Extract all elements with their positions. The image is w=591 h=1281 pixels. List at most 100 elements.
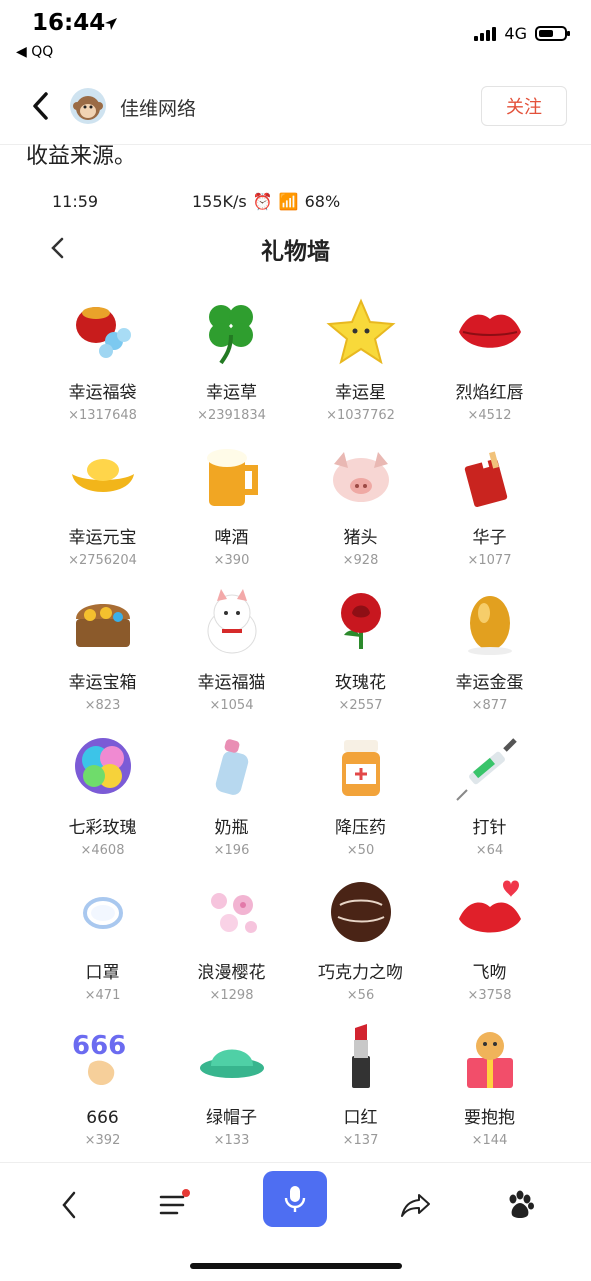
- gift-count: ×137: [342, 1133, 379, 1148]
- gift-count: ×392: [84, 1133, 121, 1148]
- gift-name: 华子: [472, 528, 507, 548]
- gift-item[interactable]: 幸运元宝 ×2756204: [38, 433, 167, 578]
- location-arrow-icon: [104, 16, 118, 35]
- gift-count: ×4512: [467, 408, 512, 423]
- lucky-cat-icon: [192, 582, 272, 662]
- gift-count: ×877: [471, 698, 508, 713]
- chocolate-icon: [321, 872, 401, 952]
- golden-egg-icon: [450, 582, 530, 662]
- notification-dot: [182, 1189, 190, 1197]
- green-hat-icon: [192, 1017, 272, 1097]
- gift-name: 啤酒: [214, 528, 249, 548]
- gift-name: 幸运宝箱: [68, 673, 137, 693]
- gift-count: ×133: [213, 1133, 250, 1148]
- gift-item[interactable]: 降压药 ×50: [296, 723, 425, 868]
- gift-count: ×56: [346, 988, 375, 1003]
- inner-alarm-icon: ⏰: [252, 192, 273, 211]
- gift-item[interactable]: 666 666 ×392: [38, 1013, 167, 1158]
- treasure-chest-icon: [63, 582, 143, 662]
- cigarette-pack-icon: [450, 437, 530, 517]
- network-type: 4G: [504, 24, 527, 43]
- share-toolbar-button[interactable]: [392, 1181, 440, 1229]
- status-time: 16:44: [32, 10, 106, 36]
- rose-icon: [321, 582, 401, 662]
- gift-name: 猪头: [343, 528, 378, 548]
- svg-text:666: 666: [72, 1031, 126, 1061]
- gift-item[interactable]: 飞吻 ×3758: [425, 868, 554, 1013]
- baby-bottle-icon: [192, 727, 272, 807]
- gift-item[interactable]: 巧克力之吻 ×56: [296, 868, 425, 1013]
- gift-item[interactable]: 打针 ×64: [425, 723, 554, 868]
- star-icon: [321, 292, 401, 372]
- clover-icon: [192, 292, 272, 372]
- gift-item[interactable]: 华子 ×1077: [425, 433, 554, 578]
- share-icon: [401, 1194, 430, 1217]
- mask-icon: [63, 872, 143, 952]
- gift-name: 幸运星: [335, 383, 386, 403]
- chevron-left-icon: [33, 92, 48, 120]
- gift-count: ×390: [213, 553, 250, 568]
- pig-head-icon: [321, 437, 401, 517]
- gift-item[interactable]: 口红 ×137: [296, 1013, 425, 1158]
- gift-name: 要抱抱: [464, 1108, 515, 1128]
- gift-item[interactable]: 奶瓶 ×196: [167, 723, 296, 868]
- gift-item[interactable]: 七彩玫瑰 ×4608: [38, 723, 167, 868]
- status-indicators: 4G: [474, 24, 570, 43]
- beer-icon: [192, 437, 272, 517]
- menu-toolbar-button[interactable]: [150, 1181, 198, 1229]
- back-to-app-link[interactable]: ◀ QQ: [16, 44, 53, 60]
- gift-item[interactable]: 啤酒 ×390: [167, 433, 296, 578]
- gift-count: ×50: [346, 843, 375, 858]
- signal-icon: [474, 26, 497, 41]
- gift-count: ×823: [84, 698, 121, 713]
- article-header: 佳维网络 关注: [0, 70, 591, 145]
- gift-count: ×3758: [467, 988, 512, 1003]
- gift-item[interactable]: 玫瑰花 ×2557: [296, 578, 425, 723]
- gift-count: ×1077: [467, 553, 512, 568]
- red-lips-icon: [450, 292, 530, 372]
- gift-count: ×196: [213, 843, 250, 858]
- back-toolbar-button[interactable]: [46, 1181, 94, 1229]
- inner-wifi-icon: 📶: [278, 192, 299, 211]
- gift-item[interactable]: 猪头 ×928: [296, 433, 425, 578]
- gift-name: 浪漫樱花: [197, 963, 266, 983]
- follow-button[interactable]: 关注: [481, 86, 567, 126]
- gift-item[interactable]: 浪漫樱花 ×1298: [167, 868, 296, 1013]
- syringe-icon: [450, 727, 530, 807]
- voice-search-button[interactable]: [263, 1171, 327, 1227]
- status-bar: 16:44 ◀ QQ 4G: [0, 0, 591, 66]
- back-button[interactable]: [26, 86, 66, 126]
- gold-ingot-icon: [63, 437, 143, 517]
- author-avatar[interactable]: [70, 88, 106, 124]
- gift-item[interactable]: 幸运星 ×1037762: [296, 288, 425, 433]
- gift-item[interactable]: 幸运金蛋 ×877: [425, 578, 554, 723]
- inner-network-speed: 155K/s: [192, 192, 247, 211]
- gift-name: 烈焰红唇: [455, 383, 524, 403]
- gift-item[interactable]: 要抱抱 ×144: [425, 1013, 554, 1158]
- battery-icon: [535, 26, 570, 41]
- gift-item[interactable]: 烈焰红唇 ×4512: [425, 288, 554, 433]
- gift-name: 幸运福猫: [197, 673, 266, 693]
- embedded-screenshot: 11:59 155K/s ⏰ 📶 68% 礼物墙 幸运福袋 ×1317648 幸运草…: [0, 178, 591, 1160]
- home-indicator: [190, 1263, 402, 1269]
- gift-count: ×1317648: [68, 408, 137, 423]
- gift-name: 奶瓶: [214, 818, 249, 838]
- gift-name: 巧克力之吻: [318, 963, 403, 983]
- gift-item[interactable]: 幸运福猫 ×1054: [167, 578, 296, 723]
- gift-item[interactable]: 幸运草 ×2391834: [167, 288, 296, 433]
- rainbow-rose-icon: [63, 727, 143, 807]
- gift-name: 666: [86, 1108, 119, 1128]
- microphone-icon: [284, 1186, 306, 1212]
- gift-item[interactable]: 绿帽子 ×133: [167, 1013, 296, 1158]
- gift-item[interactable]: 口罩 ×471: [38, 868, 167, 1013]
- hug-gift-icon: [450, 1017, 530, 1097]
- gift-name: 玫瑰花: [335, 673, 386, 693]
- article-paragraph: 收益来源。: [26, 144, 137, 169]
- author-name[interactable]: 佳维网络: [120, 94, 196, 121]
- lucky-bag-icon: [63, 292, 143, 372]
- baidu-paw-button[interactable]: [496, 1181, 544, 1229]
- gift-count: ×1037762: [326, 408, 395, 423]
- gift-name: 打针: [472, 818, 507, 838]
- gift-item[interactable]: 幸运宝箱 ×823: [38, 578, 167, 723]
- gift-item[interactable]: 幸运福袋 ×1317648: [38, 288, 167, 433]
